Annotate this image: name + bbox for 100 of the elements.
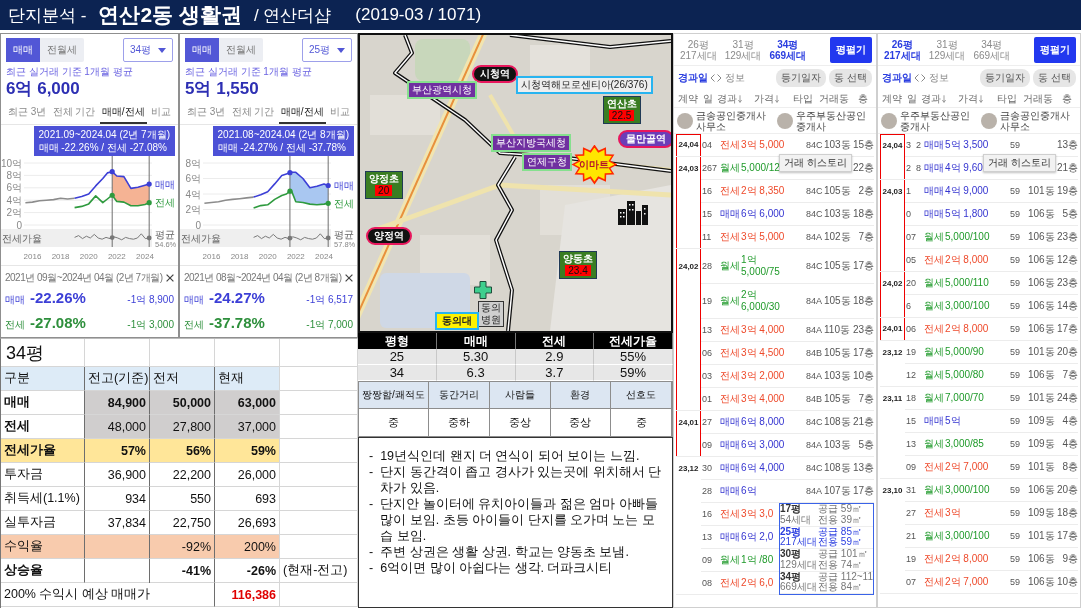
- chart-tab[interactable]: 최근 3년: [6, 102, 49, 124]
- axis-label: 4억: [6, 194, 22, 206]
- filter-button[interactable]: 등기일자: [776, 69, 827, 87]
- contract-month: 24,03: [678, 162, 699, 175]
- chart-tab[interactable]: 전체 기간: [229, 102, 277, 124]
- close-icon[interactable]: [345, 273, 353, 282]
- floor-text: 17층: [852, 260, 874, 272]
- size-option[interactable]: 25평 217세대 공급 85㎡ 전용 59㎡: [780, 526, 873, 549]
- stat-amount: -1억 3,000: [127, 318, 174, 332]
- axis-label: 전세가율: [181, 233, 221, 244]
- note-text: 6억이면 많이 아쉽다는 생각. 더파크시티: [380, 560, 613, 576]
- column-header: 사람들: [489, 382, 551, 409]
- chart-tab[interactable]: 전체 기간: [50, 102, 98, 124]
- tooltip: 거래 히스토리: [779, 154, 852, 172]
- table-cell: 36,900: [85, 463, 150, 487]
- building-number: 105동: [824, 185, 851, 197]
- price-text: 6억 2,0: [741, 531, 774, 543]
- stat-label: 매매: [184, 293, 204, 307]
- floor-text: 7층: [858, 231, 874, 243]
- deal-type: 매매: [924, 415, 944, 427]
- deal-type: 월세: [720, 554, 740, 566]
- floor-text: 7층: [858, 393, 874, 405]
- building-number: 106동: [1028, 576, 1055, 588]
- filter-button[interactable]: 동 선택: [829, 69, 872, 87]
- column-header[interactable]: 가격: [743, 91, 790, 106]
- price-text: 6억 6,000: [741, 208, 785, 220]
- deal-type: 매매: [924, 139, 944, 151]
- size-tab[interactable]: 34평 669세대: [767, 38, 809, 61]
- expand-button[interactable]: 평펼기: [1034, 36, 1076, 63]
- deal-type: 매매: [720, 416, 740, 428]
- column-header: 현재: [215, 367, 280, 391]
- medical-cross-icon: [473, 280, 492, 299]
- size-dropdown[interactable]: 25평: [301, 38, 352, 62]
- filter-button[interactable]: 동 선택: [1033, 69, 1076, 87]
- unit-type: 59: [1010, 139, 1020, 151]
- unit-type: 59: [1010, 346, 1020, 358]
- close-icon[interactable]: [166, 273, 174, 282]
- chevron-left-icon[interactable]: [710, 74, 715, 82]
- building-number: 109동: [1028, 438, 1055, 450]
- floor-text: 10층: [1056, 576, 1078, 588]
- day-text: 06: [906, 323, 916, 335]
- column-header: 짱짱함/쾌적도: [359, 382, 429, 409]
- size-tab[interactable]: 26평 217세대: [678, 38, 719, 61]
- size-option[interactable]: 34평 669세대 공급 112~11 전용 84㎡: [780, 571, 873, 594]
- series-label: 매매: [155, 178, 175, 190]
- mode-option[interactable]: 매매: [185, 38, 219, 62]
- deal-type: 전세: [720, 185, 740, 197]
- chart-tab[interactable]: 비교: [328, 102, 352, 124]
- caption-text: 최근 실거래 기준 1개월 평균: [184, 65, 313, 78]
- unit-type: 84A: [806, 231, 822, 243]
- table-cell: 63,000: [215, 391, 280, 415]
- row-label: 전세가율: [1, 439, 85, 463]
- deal-type: 전세: [924, 553, 944, 565]
- chevron-right-icon[interactable]: [717, 74, 722, 82]
- deal-type: 월세: [924, 438, 944, 450]
- size-tab[interactable]: 34평 669세대: [971, 38, 1013, 61]
- unit-type: 59: [1010, 576, 1020, 588]
- size-tab[interactable]: 31평 129세대: [926, 38, 968, 61]
- filter-button[interactable]: 등기일자: [980, 69, 1031, 87]
- column-header[interactable]: 가격: [947, 91, 994, 106]
- table-cell: 55%: [594, 349, 673, 365]
- price-text: 6억 8,000: [741, 416, 785, 428]
- column-header[interactable]: 경과: [715, 91, 743, 106]
- chevron-left-icon[interactable]: [914, 74, 919, 82]
- chart-tab[interactable]: 최근 3년: [185, 102, 228, 124]
- note-text: 단지안 놀이터에 유치아이들과 젊은 엄마 아빠들 많이 보임. 초등 아이들이 단지를 오가며 노는 모습 보임.: [380, 496, 659, 544]
- size-dropdown[interactable]: 34평: [122, 38, 173, 62]
- floor-text: 20층: [1056, 484, 1078, 496]
- price-text: 3억: [945, 507, 961, 519]
- day-text: 20: [906, 277, 916, 289]
- size-tab[interactable]: 31평 129세대: [722, 38, 764, 61]
- expand-button[interactable]: 평펼기: [830, 36, 872, 63]
- mode-option[interactable]: 전월세: [40, 38, 84, 62]
- mode-option[interactable]: 전월세: [219, 38, 263, 62]
- day-text: 28: [702, 260, 712, 272]
- sort-link[interactable]: 경과일: [678, 71, 708, 85]
- table-cell: 중: [359, 409, 429, 436]
- unit-type: 84B: [806, 347, 822, 359]
- chevron-right-icon[interactable]: [921, 74, 926, 82]
- building-number: 105동: [824, 260, 851, 272]
- building-number: 101동: [1028, 530, 1055, 542]
- column-header[interactable]: 경과: [919, 91, 947, 106]
- chart-tab[interactable]: 비교: [149, 102, 173, 124]
- size-option[interactable]: 17평 54세대 공급 59㎡ 전용 39㎡: [780, 504, 873, 527]
- day-text: 13: [906, 438, 916, 450]
- chart-tab[interactable]: 매매/전세: [278, 102, 326, 124]
- column-header: 거래동: [1022, 91, 1054, 106]
- building-number: 108동: [824, 416, 851, 428]
- sort-link[interactable]: 경과일: [882, 71, 912, 85]
- price-text: 5,000/100: [945, 231, 990, 243]
- price-text: 4억 9,000: [945, 185, 989, 197]
- stat-amount: -1억 6,517: [306, 293, 353, 307]
- table-cell: 48,000: [85, 415, 150, 439]
- unit-type: 59: [1010, 553, 1020, 565]
- size-option[interactable]: 30평 129세대 공급 101㎡ 전용 74㎡: [780, 549, 873, 572]
- column-header: 동간거리: [429, 382, 490, 409]
- chart-tab[interactable]: 매매/전세: [99, 102, 147, 124]
- chart-tooltip: 2021.08~2024.04 (2년 8개월) 매매 -24.27% / 전세 -37.78%: [212, 126, 354, 156]
- mode-option[interactable]: 매매: [6, 38, 40, 62]
- size-tab[interactable]: 26평 217세대: [882, 38, 923, 61]
